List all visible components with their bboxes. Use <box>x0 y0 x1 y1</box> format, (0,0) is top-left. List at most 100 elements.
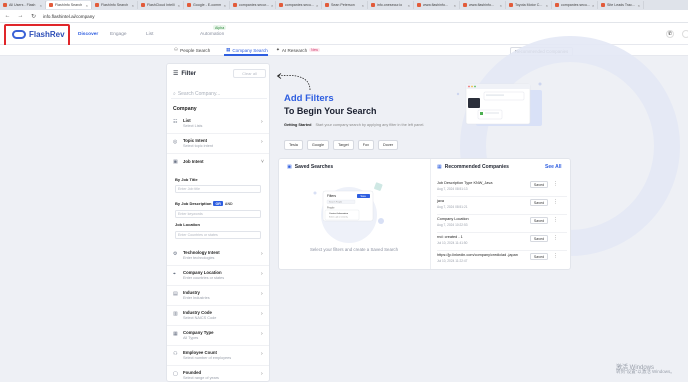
browser-tab[interactable]: Toyota Motor C... × <box>506 1 552 9</box>
filter-technology-intent[interactable]: ⚙ Technology Intent Enter technologies › <box>167 248 269 266</box>
phone-icon[interactable]: ✆ <box>666 30 674 38</box>
logo[interactable]: FlashRev <box>8 26 69 43</box>
filter-industry-code[interactable]: ▥ Industry Code Select NAICS Code › <box>167 308 269 326</box>
filter-label: Employee Count <box>183 349 217 355</box>
tab-company-search[interactable]: ▦ Company Search <box>226 47 268 53</box>
new-badge: New <box>309 48 320 52</box>
browser-tab-label: FlashInfo Search <box>101 3 129 7</box>
illus-line2: Select a job or seniority <box>329 216 348 219</box>
see-all-link[interactable]: See All <box>545 164 562 170</box>
recommended-row[interactable]: https://jp.linkedin.com/company/credicla… <box>437 251 567 269</box>
chip-dover[interactable]: Dover <box>378 140 399 150</box>
illus-save: Save <box>361 195 367 198</box>
keywords-input[interactable]: Enter keywords <box>175 210 261 218</box>
browser-tab[interactable]: companies secu... × <box>552 1 598 9</box>
getting-started-text: Start your company search by applying an… <box>315 123 425 127</box>
browser-tab[interactable]: www.flashinfo... × <box>414 1 460 9</box>
tab-ai-research[interactable]: ✦ AI Research New <box>276 47 320 53</box>
chevron-right-icon: › <box>261 119 263 125</box>
tab-people-search[interactable]: ⚇ People Search <box>174 47 210 53</box>
more-icon[interactable]: ⋮ <box>553 199 558 205</box>
browser-tab[interactable]: info.onesecur.io × <box>368 1 414 9</box>
browser-tab[interactable]: FlashInfo Search × <box>46 1 92 9</box>
back-icon[interactable]: ← <box>4 13 11 19</box>
filter-job-intent[interactable]: ▣ Job Intent ˅ <box>167 156 269 174</box>
close-tab-icon[interactable]: × <box>316 3 318 8</box>
close-tab-icon[interactable]: × <box>546 3 548 8</box>
close-tab-icon[interactable]: × <box>86 3 88 8</box>
browser-tab[interactable]: companies secu... × <box>276 1 322 9</box>
or-toggle[interactable]: OR <box>213 201 223 206</box>
filter-company-location[interactable]: ⌖ Company Location Enter countries or st… <box>167 268 269 286</box>
row-date: Aug 7, 2024 08:51:13 <box>437 187 468 191</box>
close-tab-icon[interactable]: × <box>178 3 180 8</box>
filter-topic-intent[interactable]: ◎ Topic Intent Select topic intent › <box>167 136 269 154</box>
sparkle-icon: ✦ <box>276 47 280 52</box>
people-icon: ⚇ <box>174 47 179 52</box>
forward-icon[interactable]: → <box>17 13 24 19</box>
recommended-row[interactable]: rnd: created - 1 Jul 10, 2024 11:41:50 S… <box>437 233 567 251</box>
close-tab-icon[interactable]: × <box>40 3 42 8</box>
close-tab-icon[interactable]: × <box>500 3 502 8</box>
chevron-right-icon: › <box>261 271 263 277</box>
and-toggle[interactable]: AND <box>225 202 233 206</box>
more-icon[interactable]: ⋮ <box>553 181 558 187</box>
saved-button[interactable]: Saved <box>530 253 548 260</box>
close-tab-icon[interactable]: × <box>408 3 410 8</box>
recommended-row[interactable]: Job Description Type KNW_Java Aug 7, 202… <box>437 179 567 197</box>
filter-employee-count[interactable]: ⚇ Employee Count Select number of employ… <box>167 348 269 366</box>
close-tab-icon[interactable]: × <box>224 3 226 8</box>
recommended-row[interactable]: Company Location Aug 7, 2024 10:22:53 Sa… <box>437 215 567 233</box>
curved-arrow-icon <box>276 73 311 91</box>
filter-industry[interactable]: ▤ Industry Enter Industries › <box>167 288 269 306</box>
filter-icon: ☰ <box>173 71 179 77</box>
close-tab-icon[interactable]: × <box>638 3 640 8</box>
close-tab-icon[interactable]: × <box>132 3 134 8</box>
chip-tesla[interactable]: Tesla <box>284 140 303 150</box>
nav-discover[interactable]: Discover <box>78 32 98 37</box>
filter-list[interactable]: ☷ List Select Lists › <box>167 116 269 134</box>
saved-button[interactable]: Saved <box>530 217 548 224</box>
close-tab-icon[interactable]: × <box>271 3 273 8</box>
filter-company-type[interactable]: ▦ Company Type All Types › <box>167 328 269 346</box>
job-location-input[interactable]: Enter Countries or states <box>175 231 261 239</box>
nav-automation[interactable]: Automation <box>200 32 224 37</box>
saved-button[interactable]: Saved <box>530 235 548 242</box>
close-tab-icon[interactable]: × <box>592 3 594 8</box>
saved-button[interactable]: Saved <box>530 199 548 206</box>
filter-founded[interactable]: ▢ Founded Select range of years › <box>167 368 269 381</box>
close-tab-icon[interactable]: × <box>454 3 456 8</box>
factory-icon: ▤ <box>173 291 178 297</box>
clear-all-button[interactable]: Clear all <box>233 69 266 78</box>
nav-list[interactable]: List <box>146 32 153 37</box>
browser-tab[interactable]: companies secur... × <box>230 1 276 9</box>
browser-tab[interactable]: FlashCloud Intelli × <box>138 1 184 9</box>
company-search-input[interactable]: ⌕ Search Company... <box>171 89 267 99</box>
filter-label: Technology Intent <box>183 249 220 255</box>
browser-tab[interactable]: FlashInfo Search × <box>92 1 138 9</box>
saved-button[interactable]: Saved <box>530 181 548 188</box>
browser-tab[interactable]: www.flashinfo... × <box>460 1 506 9</box>
filter-label: Founded <box>183 369 202 375</box>
browser-tab[interactable]: Google - E-comm × <box>184 1 230 9</box>
browser-tab[interactable]: All Users - Flash × <box>0 1 46 9</box>
row-date: Jul 10, 2024 11:41:50 <box>437 241 468 245</box>
chevron-right-icon: › <box>261 351 263 357</box>
nav-engage[interactable]: Engage <box>110 32 127 37</box>
url-text[interactable]: info.flashintel.ai/company <box>43 14 95 19</box>
chip-google[interactable]: Google <box>306 140 330 150</box>
list-icon: ☷ <box>173 119 178 125</box>
chip-target[interactable]: Target <box>333 140 354 150</box>
favicon-icon <box>601 3 605 7</box>
more-icon[interactable]: ⋮ <box>553 217 558 223</box>
recommended-row[interactable]: java Aug 7, 2024 08:51:21 Saved ⋮ <box>437 197 567 215</box>
more-icon[interactable]: ⋮ <box>553 253 558 259</box>
browser-tab[interactable]: Site Leads Trac... × <box>598 1 644 9</box>
avatar[interactable] <box>682 30 688 38</box>
reload-icon[interactable]: ↻ <box>30 13 37 20</box>
more-icon[interactable]: ⋮ <box>553 235 558 241</box>
job-title-input[interactable]: Enter Job title <box>175 185 261 193</box>
chip-fox[interactable]: Fox <box>357 140 375 150</box>
close-tab-icon[interactable]: × <box>362 3 364 8</box>
browser-tab[interactable]: Sean Peterson × <box>322 1 368 9</box>
